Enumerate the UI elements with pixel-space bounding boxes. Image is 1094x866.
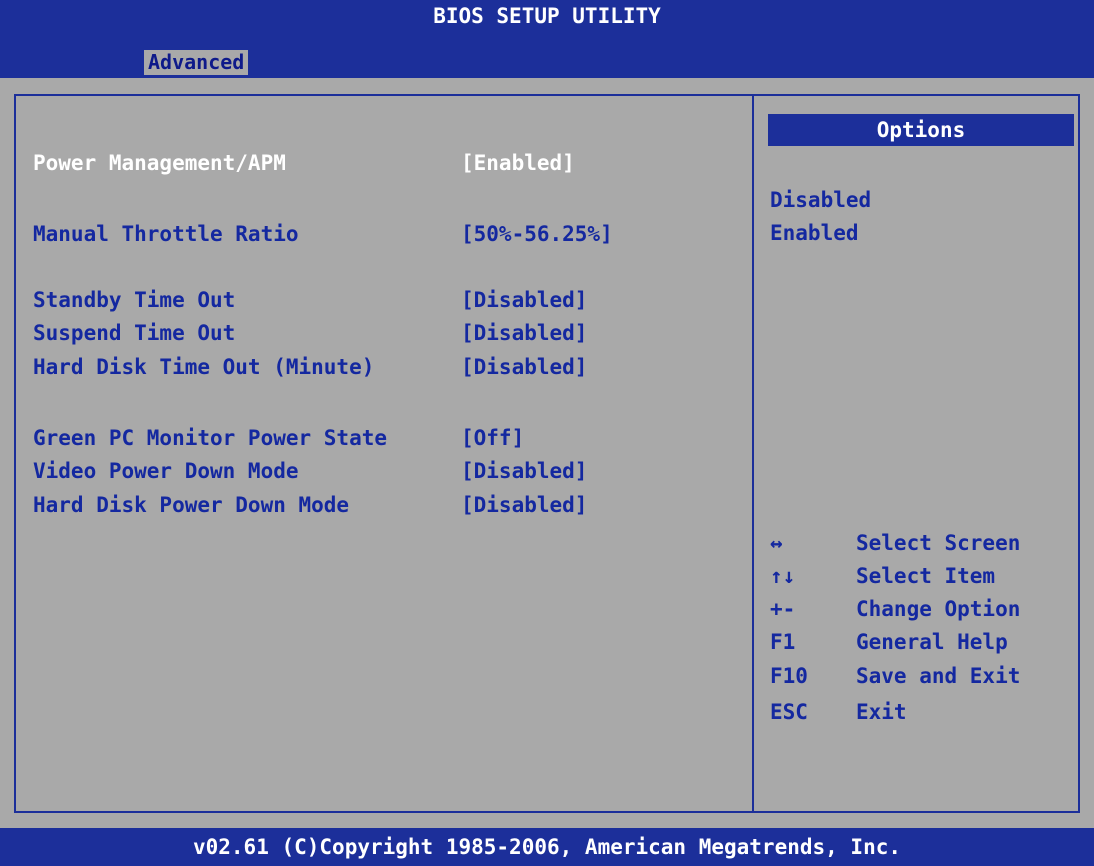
- plus-minus-icon: +-: [770, 597, 796, 621]
- setting-value[interactable]: [Disabled]: [461, 456, 587, 486]
- options-heading: Options: [768, 114, 1074, 146]
- key-f10: F10: [770, 664, 808, 688]
- setting-value[interactable]: [Enabled]: [461, 148, 575, 178]
- setting-value[interactable]: [Disabled]: [461, 285, 587, 315]
- up-down-arrow-icon: ↑↓: [770, 564, 796, 588]
- setting-label: Standby Time Out: [33, 288, 236, 312]
- tab-advanced[interactable]: Advanced: [144, 50, 249, 75]
- main-frame: [14, 94, 1080, 813]
- key-hint-label: Exit: [856, 700, 907, 724]
- left-right-arrow-icon: ↔: [770, 531, 783, 555]
- key-hint-label: Select Screen: [856, 531, 1021, 555]
- key-hint-label: General Help: [856, 630, 1008, 654]
- setting-label: Suspend Time Out: [33, 321, 236, 345]
- title-bar: BIOS SETUP UTILITY: [0, 0, 1094, 33]
- setting-value[interactable]: [Disabled]: [461, 490, 587, 520]
- setting-value[interactable]: [Disabled]: [461, 318, 587, 348]
- setting-value[interactable]: [Disabled]: [461, 352, 587, 382]
- key-esc: ESC: [770, 700, 808, 724]
- key-hint-label: Save and Exit: [856, 664, 1021, 688]
- setting-label: Power Management/APM: [33, 151, 286, 175]
- option-disabled: Disabled: [770, 188, 872, 212]
- copyright-text: v02.61 (C)Copyright 1985-2006, American …: [192, 835, 901, 859]
- tab-bar: Advanced: [0, 33, 1094, 78]
- setting-value[interactable]: [Off]: [461, 423, 524, 453]
- option-enabled: Enabled: [770, 221, 859, 245]
- setting-value[interactable]: [50%-56.25%]: [461, 219, 613, 249]
- app-title: BIOS SETUP UTILITY: [433, 4, 661, 28]
- key-f1: F1: [770, 630, 796, 654]
- setting-label: Hard Disk Time Out (Minute): [33, 355, 375, 379]
- key-hint-label: Change Option: [856, 597, 1021, 621]
- setting-label: Hard Disk Power Down Mode: [33, 493, 350, 517]
- setting-label: Green PC Monitor Power State: [33, 426, 388, 450]
- setting-label: Manual Throttle Ratio: [33, 222, 299, 246]
- key-hint-label: Select Item: [856, 564, 996, 588]
- panel-divider: [752, 94, 754, 813]
- copyright-footer: v02.61 (C)Copyright 1985-2006, American …: [0, 828, 1094, 866]
- setting-label: Video Power Down Mode: [33, 459, 299, 483]
